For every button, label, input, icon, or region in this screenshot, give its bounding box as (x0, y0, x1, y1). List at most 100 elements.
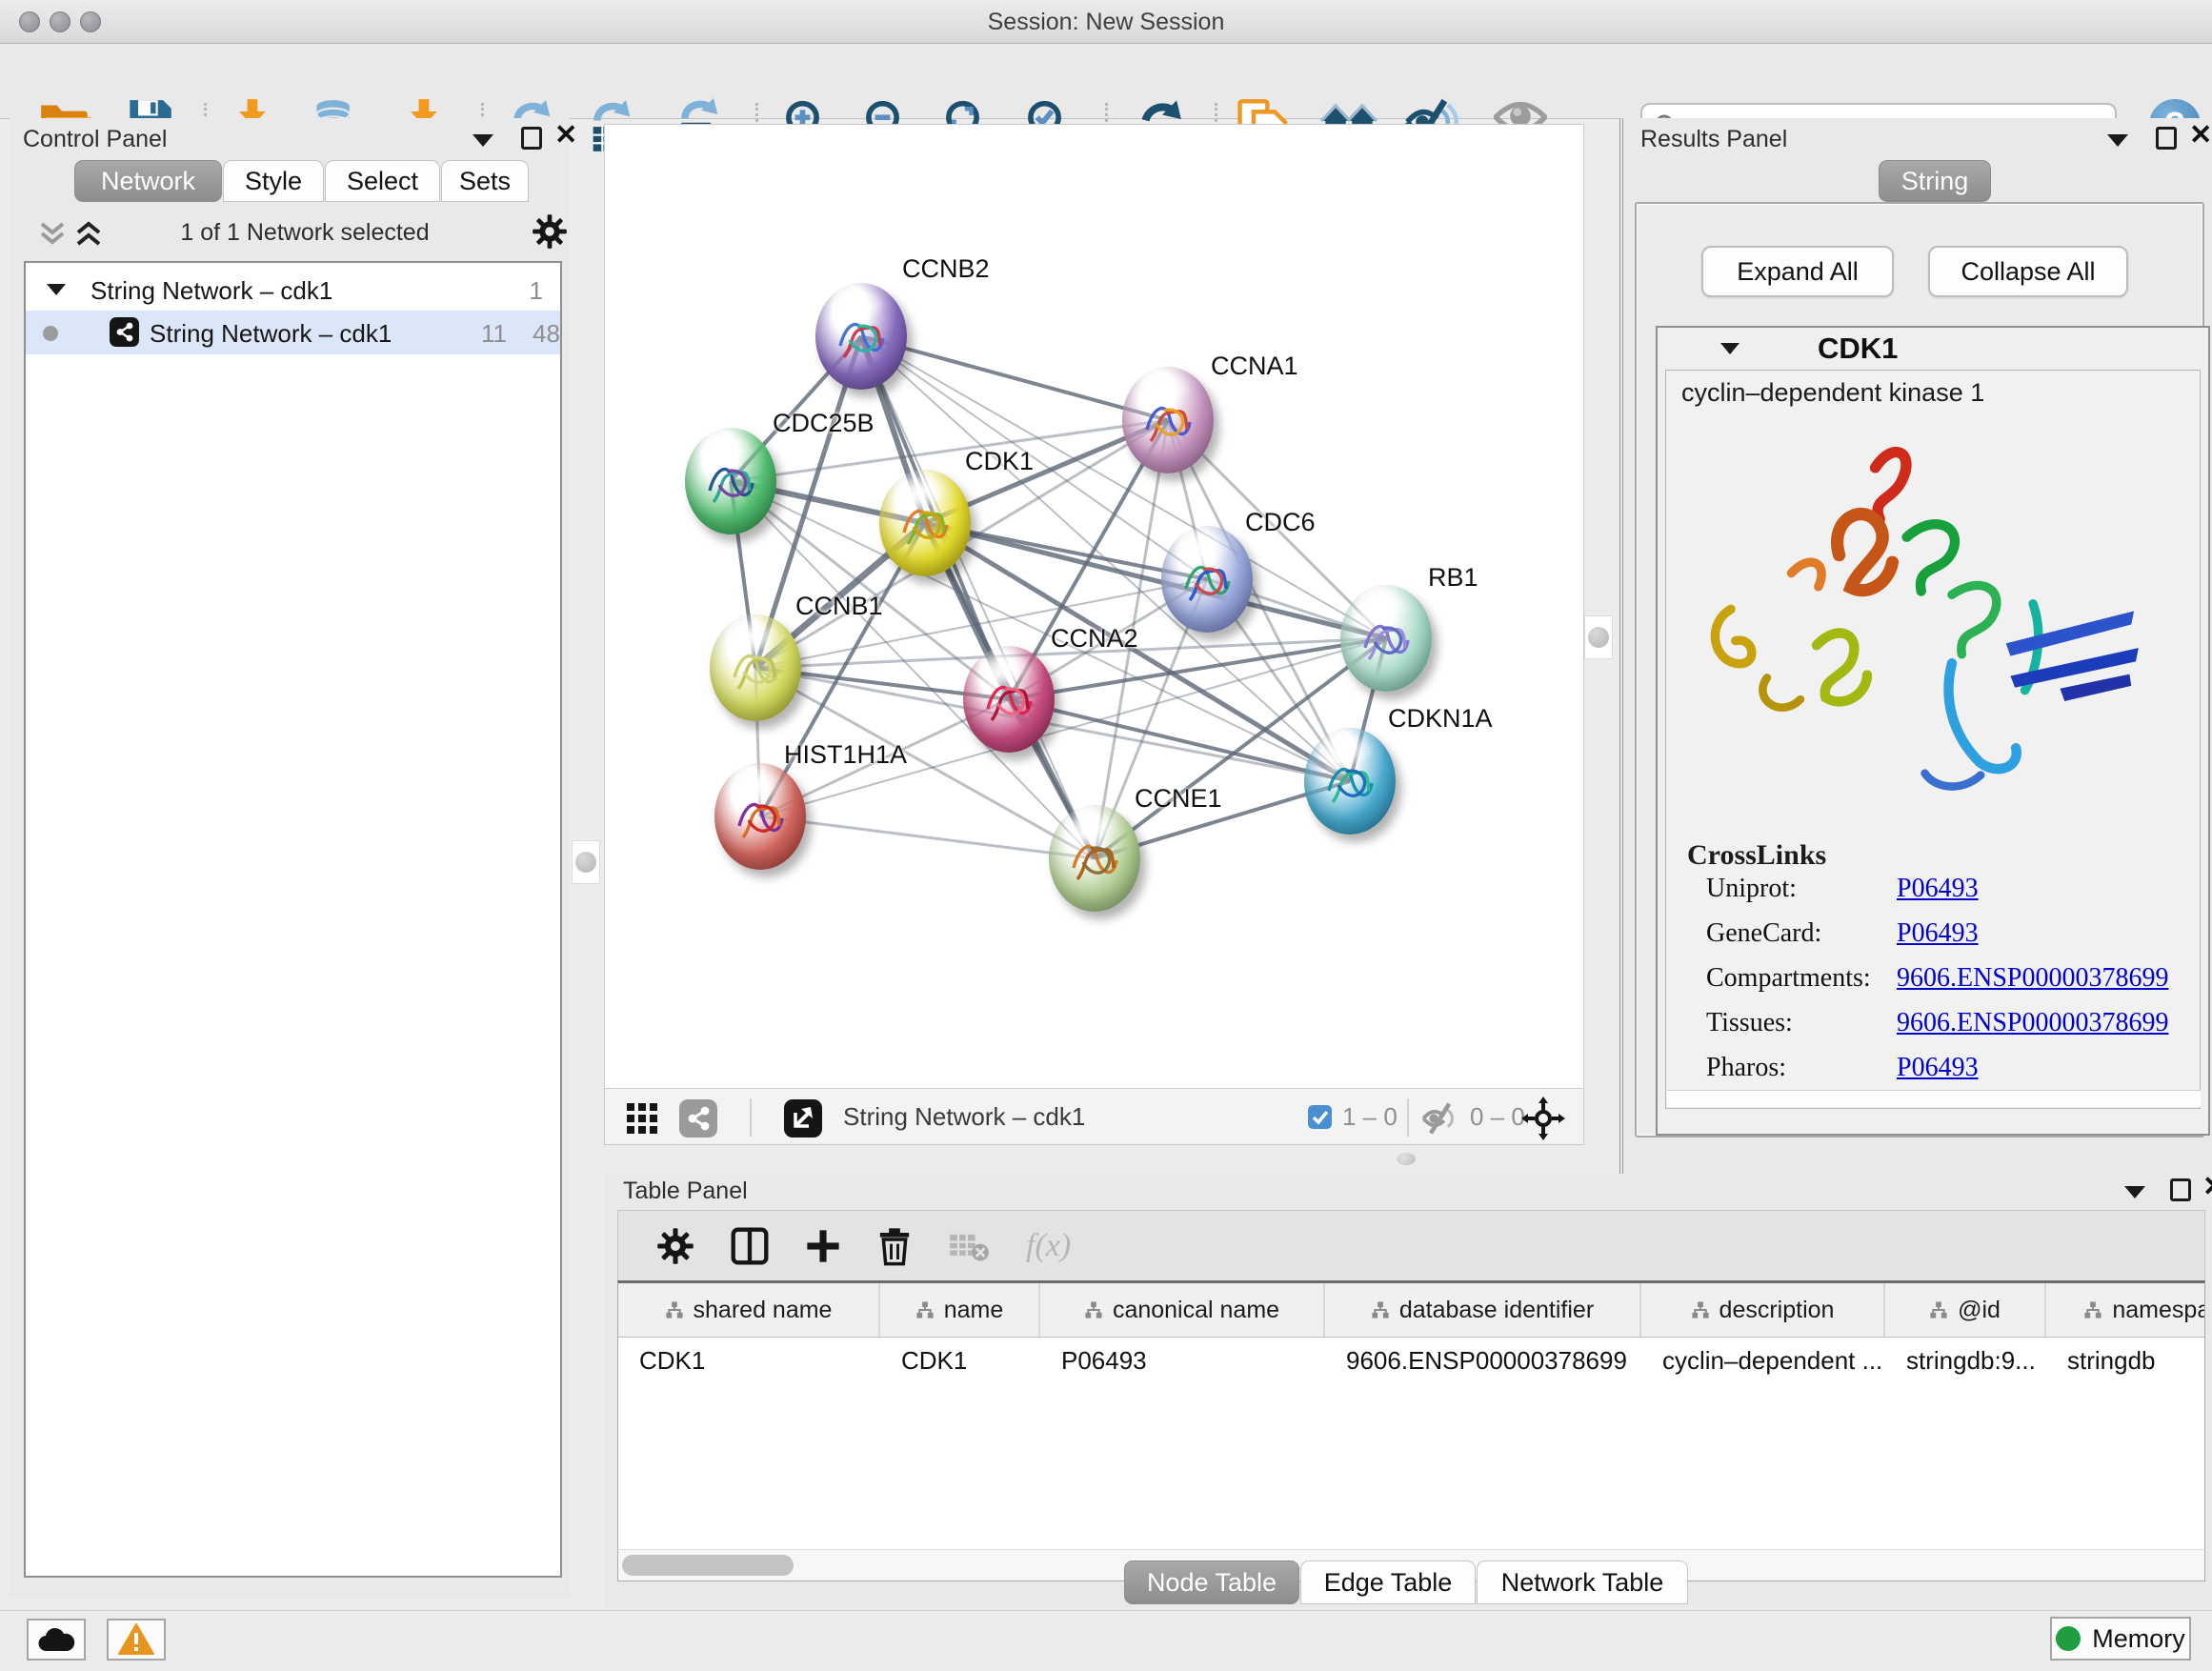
network-node-rb1[interactable] (1340, 585, 1432, 692)
table-cell[interactable]: stringdb (2046, 1346, 2205, 1376)
expand-all-button[interactable]: Expand All (1701, 246, 1894, 297)
table-cell[interactable]: 9606.ENSP00000378699 (1325, 1346, 1641, 1376)
collection-caret-icon[interactable] (47, 284, 66, 295)
network-node-ccna1[interactable] (1122, 367, 1214, 473)
memory-button[interactable]: Memory (2050, 1617, 2191, 1661)
gene-description: cyclin–dependent kinase 1 (1681, 378, 1984, 408)
panel-maximize-button[interactable] (521, 127, 542, 150)
column-header-shared-name[interactable]: shared name (618, 1283, 880, 1337)
network-collection-row[interactable]: String Network – cdk1 1 (26, 269, 560, 311)
network-node-ccnb2[interactable] (815, 283, 907, 390)
crosslink-link[interactable]: 9606.ENSP00000378699 (1897, 1008, 2168, 1053)
node-protein-structure (1137, 390, 1198, 458)
column-header-canonical-name[interactable]: canonical name (1040, 1283, 1325, 1337)
delete-table-icon-disabled (948, 1230, 990, 1262)
panel-float-button[interactable] (473, 134, 493, 147)
column-header-label: database identifier (1399, 1297, 1594, 1324)
column-header-name[interactable]: name (880, 1283, 1040, 1337)
table-cell[interactable]: P06493 (1040, 1346, 1325, 1376)
right-splitter-handle[interactable] (1584, 615, 1613, 659)
tab-network-table[interactable]: Network Table (1477, 1560, 1688, 1604)
network-node-ccna2[interactable] (963, 646, 1055, 753)
panel-maximize-button[interactable] (2156, 127, 2177, 150)
column-header-label: canonical name (1113, 1297, 1279, 1324)
network-row-label: String Network – cdk1 (150, 319, 392, 349)
crosslink-row: GeneCard:P06493 (1706, 918, 2182, 963)
panel-float-button[interactable] (2107, 134, 2128, 147)
node-protein-structure (1176, 549, 1237, 617)
tab-sets[interactable]: Sets (441, 160, 529, 202)
network-node-cdkn1a[interactable] (1304, 728, 1396, 835)
add-icon[interactable] (805, 1228, 841, 1264)
tab-string[interactable]: String (1879, 160, 1991, 202)
birds-eye-grid-icon[interactable] (626, 1102, 658, 1135)
section-caret-icon[interactable] (1720, 343, 1739, 354)
fit-crosshair-icon[interactable] (1521, 1097, 1565, 1140)
node-label-cdkn1a: CDKN1A (1388, 704, 1493, 734)
tab-node-table[interactable]: Node Table (1124, 1560, 1299, 1604)
crosslink-label: GeneCard: (1706, 918, 1897, 963)
open-in-window-icon[interactable] (784, 1099, 822, 1137)
crosslink-link[interactable]: 9606.ENSP00000378699 (1897, 963, 2168, 1008)
network-node-cdc25b[interactable] (685, 428, 776, 534)
collapse-all-icon[interactable] (36, 221, 69, 248)
crosslink-link[interactable]: P06493 (1897, 918, 1979, 963)
memory-label: Memory (2092, 1624, 2185, 1654)
results-scrollbar[interactable] (1667, 1090, 2201, 1107)
network-node-ccne1[interactable] (1049, 805, 1140, 912)
network-share-badge-icon[interactable] (679, 1099, 717, 1137)
panel-close-button[interactable]: ✕ (554, 124, 577, 147)
network-node-ccnb1[interactable] (710, 614, 801, 721)
column-header-database-identifier[interactable]: database identifier (1325, 1283, 1641, 1337)
table-row[interactable]: CDK1CDK1P064939606.ENSP00000378699cyclin… (618, 1338, 2204, 1383)
tab-select[interactable]: Select (325, 160, 440, 202)
network-node-cdc6[interactable] (1161, 526, 1253, 633)
function-builder-icon: f(x) (1026, 1228, 1071, 1264)
show-columns-icon[interactable] (731, 1226, 769, 1266)
tab-network[interactable]: Network (74, 160, 222, 202)
cloud-button[interactable] (27, 1619, 86, 1661)
column-header-label: shared name (694, 1297, 833, 1324)
panel-close-button[interactable]: ✕ (2189, 124, 2212, 147)
scrollbar-thumb[interactable] (622, 1555, 794, 1576)
table-cell[interactable]: cyclin–dependent ... (1641, 1346, 1885, 1376)
network-edge (1009, 699, 1350, 781)
selected-checkbox[interactable] (1308, 1105, 1332, 1129)
panel-maximize-button[interactable] (2170, 1178, 2191, 1201)
control-panel-title: Control Panel (23, 126, 167, 153)
table-header-row: shared name name canonical name database id… (618, 1283, 2204, 1338)
collapse-all-button[interactable]: Collapse All (1928, 246, 2128, 297)
column-type-icon (1084, 1300, 1103, 1319)
left-splitter-handle[interactable] (572, 840, 600, 884)
table-cell[interactable]: CDK1 (880, 1346, 1040, 1376)
delete-icon[interactable] (877, 1226, 912, 1266)
panel-close-button[interactable]: ✕ (2202, 1176, 2212, 1198)
expand-all-icon[interactable] (72, 221, 105, 248)
network-node-hist1h1a[interactable] (714, 763, 806, 870)
table-cell[interactable]: CDK1 (618, 1346, 880, 1376)
column-header-namespace[interactable]: namespace (2046, 1283, 2205, 1337)
options-gear-icon[interactable] (532, 213, 568, 250)
warnings-button[interactable] (107, 1619, 166, 1661)
panel-float-button[interactable] (2124, 1186, 2145, 1198)
tab-edge-table[interactable]: Edge Table (1300, 1560, 1476, 1604)
network-row-selected[interactable]: String Network – cdk1 11 48 (26, 311, 560, 354)
column-header-description[interactable]: description (1641, 1283, 1885, 1337)
network-node-cdk1[interactable] (879, 470, 971, 576)
column-header--id[interactable]: @id (1885, 1283, 2046, 1337)
column-header-label: namespace (2112, 1297, 2205, 1324)
status-bar: Memory (0, 1610, 2212, 1671)
column-header-label: description (1719, 1297, 1835, 1324)
network-canvas[interactable]: CCNB2CCNA1CDC25BCDK1CDC6RB1CCNB1CCNA2CDK… (605, 125, 1583, 1088)
node-protein-structure (978, 669, 1039, 737)
crosslink-link[interactable]: P06493 (1897, 874, 1979, 918)
bottom-splitter-handle[interactable] (1397, 1153, 1416, 1165)
window-title: Session: New Session (0, 9, 2212, 36)
network-status-dot-icon (43, 326, 58, 341)
table-cell[interactable]: stringdb:9... (1885, 1346, 2046, 1376)
node-label-ccna2: CCNA2 (1051, 624, 1138, 654)
hidden-eye-slash-icon (1420, 1102, 1460, 1135)
node-table[interactable]: shared name name canonical name database id… (617, 1280, 2205, 1549)
table-options-gear-icon[interactable] (656, 1227, 694, 1265)
tab-style[interactable]: Style (223, 160, 324, 202)
